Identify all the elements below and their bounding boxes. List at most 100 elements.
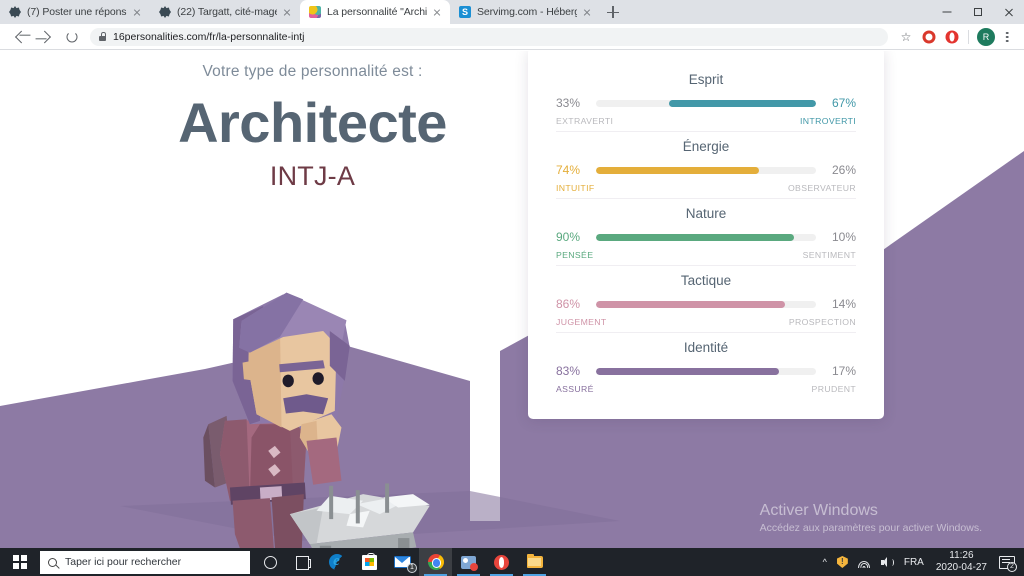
tab-close-icon[interactable] — [280, 5, 294, 19]
new-tab-button[interactable] — [600, 0, 626, 24]
trait-label-row: ASSURÉ PRUDENT — [556, 384, 856, 394]
taskbar-opera-button[interactable] — [485, 548, 518, 576]
windows-taskbar: Taper ici pour rechercher 1 ^ FRA 11:26 … — [0, 548, 1024, 576]
tab-close-icon[interactable] — [580, 5, 594, 19]
back-button[interactable] — [8, 25, 32, 49]
star-icon: ☆ — [900, 29, 912, 44]
address-bar[interactable]: 16personalities.com/fr/la-personnalite-i… — [90, 27, 888, 46]
maximize-button[interactable] — [962, 0, 993, 24]
trait-name: Nature — [685, 206, 727, 221]
tray-security-button[interactable] — [832, 548, 853, 576]
tab-title: (22) Targatt, cité-mage d'Hésand — [177, 6, 277, 18]
chrome-browser-window: (7) Poster une réponse (22) Targatt, cit… — [0, 0, 1024, 548]
windows-logo-icon — [13, 555, 27, 569]
wifi-icon — [858, 557, 871, 568]
trait-name: Énergie — [682, 139, 730, 154]
16personalities-icon — [309, 6, 321, 18]
trait-bar-row: 74% 26% — [556, 163, 856, 177]
clock-time: 11:26 — [949, 549, 974, 561]
taskbar-store-button[interactable] — [353, 548, 386, 576]
puzzle-icon — [9, 6, 21, 18]
taskbar-file-explorer-button[interactable] — [518, 548, 551, 576]
trait-progress-fill — [668, 99, 816, 107]
taskbar-mail-button[interactable]: 1 — [386, 548, 419, 576]
trait-row: Tactique 86% 14% JUGEMENT PROSPECTION — [556, 265, 856, 332]
trait-label-row: INTUITIF OBSERVATEUR — [556, 183, 856, 193]
trait-right-percent: 67% — [831, 96, 856, 110]
browser-tab-4[interactable]: S Servimg.com - Hébergeur gratuit — [450, 0, 600, 24]
close-icon — [1004, 7, 1014, 17]
tab-title: La personnalité "Architecte" (INT — [327, 6, 427, 18]
trait-bar-row: 83% 17% — [556, 364, 856, 378]
reload-button[interactable] — [60, 25, 84, 49]
tray-volume-button[interactable] — [876, 548, 899, 576]
trait-left-label: PENSÉE — [556, 250, 594, 260]
security-shield-icon — [836, 556, 848, 568]
taskbar-clock[interactable]: 11:26 2020-04-27 — [929, 550, 994, 575]
taskbar-photos-button[interactable] — [452, 548, 485, 576]
trait-right-percent: 26% — [831, 163, 856, 177]
tab-close-icon[interactable] — [430, 5, 444, 19]
notification-count: 2 — [1007, 561, 1017, 572]
task-view-icon — [296, 556, 311, 570]
taskbar-cortana-button[interactable] — [254, 548, 287, 576]
trait-progress-track — [596, 367, 816, 375]
trait-progress-track — [596, 99, 816, 107]
trait-progress-fill — [596, 233, 794, 241]
browser-tab-1[interactable]: (7) Poster une réponse — [0, 0, 150, 24]
extension-ghostery-button[interactable] — [918, 26, 940, 48]
puzzle-icon — [159, 6, 171, 18]
tab-title: (7) Poster une réponse — [27, 6, 127, 18]
watermark-subtitle: Accédez aux paramètres pour activer Wind… — [759, 522, 982, 535]
trait-progress-track — [596, 300, 816, 308]
trait-right-percent: 17% — [831, 364, 856, 378]
bookmark-star-button[interactable]: ☆ — [895, 26, 917, 48]
watermark-title: Activer Windows — [759, 501, 878, 519]
trait-row: Nature 90% 10% PENSÉE SENTIMENT — [556, 198, 856, 265]
trait-left-label: ASSURÉ — [556, 384, 594, 394]
forward-button[interactable] — [34, 25, 58, 49]
trait-progress-fill — [596, 166, 759, 174]
tab-strip: (7) Poster une réponse (22) Targatt, cit… — [0, 0, 1024, 24]
trait-progress-track — [596, 233, 816, 241]
file-explorer-icon — [526, 554, 543, 568]
minimize-icon — [942, 11, 951, 13]
taskbar-chrome-button[interactable] — [419, 548, 452, 576]
edge-icon — [328, 554, 345, 570]
trait-progress-fill — [596, 300, 786, 308]
trait-label-row: PENSÉE SENTIMENT — [556, 250, 856, 260]
start-button[interactable] — [0, 548, 40, 576]
clock-date: 2020-04-27 — [935, 562, 987, 573]
trait-label-row: EXTRAVERTI INTROVERTI — [556, 116, 856, 126]
trait-left-percent: 86% — [556, 297, 581, 311]
trait-bar-row: 33% 67% — [556, 96, 856, 110]
ghostery-icon — [922, 30, 936, 43]
trait-progress-fill — [596, 367, 779, 375]
profile-avatar[interactable]: R — [977, 27, 995, 46]
browser-tab-2[interactable]: (22) Targatt, cité-mage d'Hésand — [150, 0, 300, 24]
trait-left-percent: 90% — [556, 230, 581, 244]
taskbar-edge-button[interactable] — [320, 548, 353, 576]
close-window-button[interactable] — [993, 0, 1024, 24]
trait-left-label: JUGEMENT — [556, 317, 607, 327]
browser-tab-3-active[interactable]: La personnalité "Architecte" (INT — [300, 0, 450, 24]
minimize-button[interactable] — [931, 0, 962, 24]
kebab-menu-icon[interactable] — [998, 26, 1016, 48]
tab-close-icon[interactable] — [130, 5, 144, 19]
trait-name: Esprit — [688, 72, 724, 87]
taskbar-search-input[interactable]: Taper ici pour rechercher — [40, 550, 250, 574]
lock-icon — [99, 32, 107, 41]
photos-icon — [461, 555, 478, 571]
back-arrow-icon — [14, 30, 28, 43]
tray-expand-button[interactable]: ^ — [818, 548, 832, 576]
trait-label-row: JUGEMENT PROSPECTION — [556, 317, 856, 327]
tray-language-indicator[interactable]: FRA — [899, 548, 929, 576]
taskbar-task-view-button[interactable] — [287, 548, 320, 576]
tray-network-button[interactable] — [853, 548, 876, 576]
trait-bar-row: 90% 10% — [556, 230, 856, 244]
microsoft-store-icon — [362, 552, 377, 570]
extension-opera-button[interactable] — [941, 26, 963, 48]
tray-action-center-button[interactable]: 2 — [994, 548, 1020, 576]
taskbar-search-placeholder: Taper ici pour rechercher — [65, 556, 182, 568]
traits-panel: Esprit 33% 67% EXTRAVERTI INTROVERTI Énergie 7… — [528, 51, 884, 419]
